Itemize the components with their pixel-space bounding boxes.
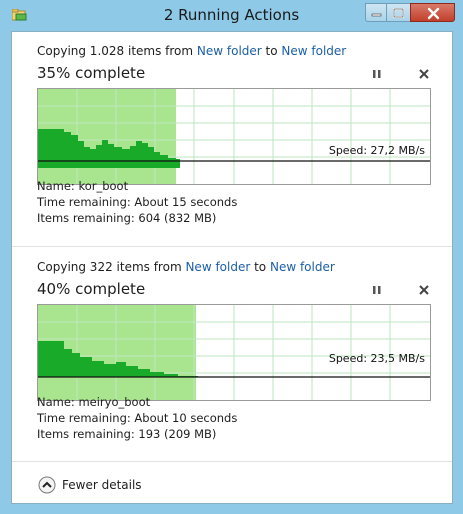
items-remaining: Items remaining: 604 (832 MB) [37, 211, 217, 225]
operations-panel: Copying 1.028 items from New folder to N… [11, 31, 453, 504]
items-remaining: Items remaining: 193 (209 MB) [37, 427, 217, 441]
footer-divider [12, 461, 452, 462]
pause-icon[interactable] [370, 283, 384, 297]
destination-folder-link[interactable]: New folder [281, 44, 346, 58]
copy-prefix-text: Copying 322 items from [37, 260, 186, 274]
speed-label: Speed: 27,2 MB/s [328, 144, 425, 157]
copy-prefix-text: Copying 1.028 items from [37, 44, 197, 58]
to-text: to [261, 44, 282, 58]
maximize-icon [393, 8, 404, 18]
title-bar[interactable]: 2 Running Actions [0, 0, 463, 32]
item-name: Name: kor_boot [37, 179, 129, 193]
to-text: to [250, 260, 270, 274]
speed-graph: Speed: 27,2 MB/s [37, 88, 431, 185]
speed-graph: Speed: 23,5 MB/s [37, 304, 431, 401]
source-folder-link[interactable]: New folder [197, 44, 262, 58]
item-name: Name: meiryo_boot [37, 395, 151, 409]
close-icon [427, 7, 440, 20]
destination-folder-link[interactable]: New folder [270, 260, 335, 274]
source-folder-link[interactable]: New folder [185, 260, 250, 274]
cancel-operation-icon[interactable] [417, 283, 431, 297]
fewer-details-label: Fewer details [62, 478, 142, 492]
time-remaining: Time remaining: About 15 seconds [37, 195, 238, 209]
copy-description: Copying 1.028 items from New folder to N… [37, 44, 346, 58]
chevron-up-icon [38, 476, 56, 494]
pause-icon[interactable] [370, 67, 384, 81]
minimize-icon [371, 13, 382, 17]
maximize-button[interactable] [386, 3, 410, 22]
speed-label: Speed: 23,5 MB/s [328, 352, 425, 365]
copy-description: Copying 322 items from New folder to New… [37, 260, 335, 274]
file-operation-window: 2 Running Actions Copying 1.028 items fr… [0, 0, 463, 514]
time-remaining: Time remaining: About 10 seconds [37, 411, 238, 425]
copy-operation-2: Copying 322 items from New folder to New… [12, 248, 452, 461]
percent-complete: 40% complete [37, 280, 146, 298]
speed-graph-canvas [38, 89, 430, 184]
minimize-button[interactable] [365, 3, 386, 22]
percent-complete: 35% complete [37, 64, 146, 82]
operation-divider [12, 246, 452, 247]
copy-operation-1: Copying 1.028 items from New folder to N… [12, 32, 452, 247]
cancel-operation-icon[interactable] [417, 67, 431, 81]
close-window-button[interactable] [410, 3, 455, 22]
